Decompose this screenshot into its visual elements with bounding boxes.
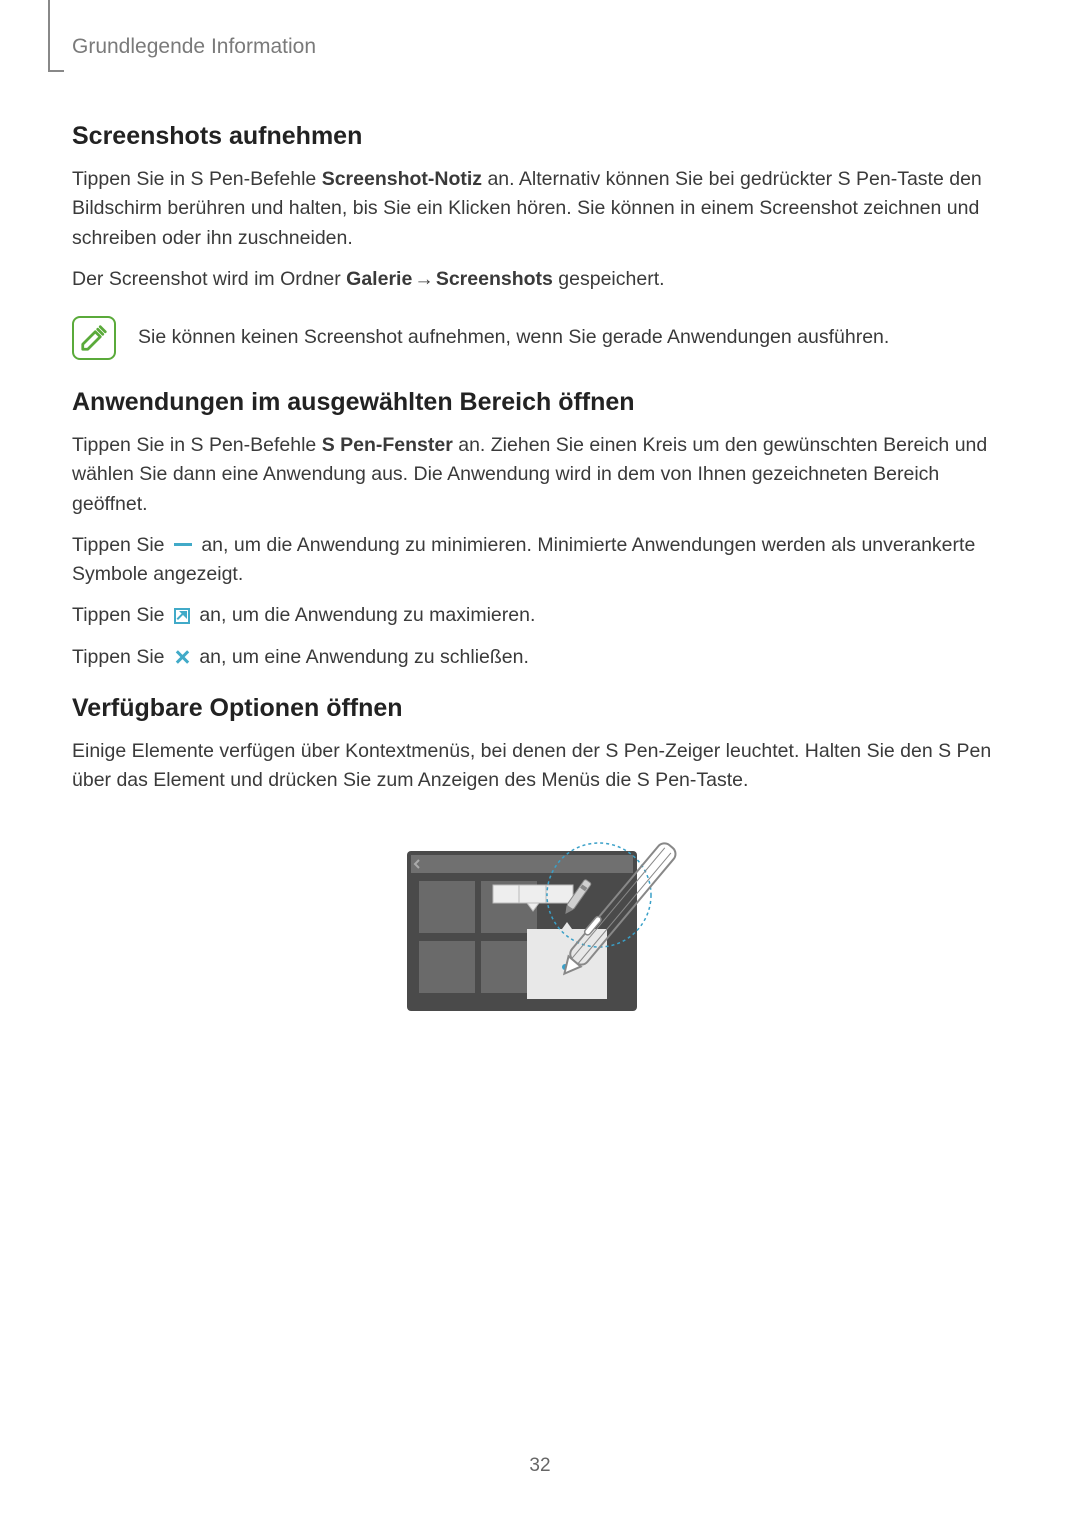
text: gespeichert. (553, 268, 665, 290)
page-header: Grundlegende Information (72, 35, 316, 59)
note-text: Sie können keinen Screenshot aufnehmen, … (138, 323, 889, 352)
paragraph: Tippen Sie in S Pen-Befehle Screenshot-N… (72, 165, 1012, 253)
text: Der Screenshot wird im Ordner (72, 268, 346, 290)
paragraph: Der Screenshot wird im Ordner Galerie → … (72, 265, 1012, 294)
heading-options: Verfügbare Optionen öffnen (72, 694, 1012, 723)
paragraph: Tippen Sie an, um eine Anwendung zu schl… (72, 643, 1012, 672)
paragraph: Einige Elemente verfügen über Kontextmen… (72, 737, 1012, 796)
page-number: 32 (0, 1455, 1080, 1477)
text: an, um die Anwendung zu minimieren. Mini… (72, 534, 975, 585)
note-icon (72, 316, 116, 360)
page-content: Screenshots aufnehmen Tippen Sie in S Pe… (72, 100, 1012, 1019)
maximize-icon (174, 608, 190, 624)
page-tab-mark (48, 0, 64, 72)
text: an, um die Anwendung zu maximieren. (194, 604, 535, 626)
bold-text: Screenshots (436, 268, 553, 290)
bold-text: Galerie (346, 268, 412, 290)
text: Tippen Sie in S Pen-Befehle (72, 168, 322, 190)
illustration (72, 819, 1012, 1019)
text: Tippen Sie (72, 534, 170, 556)
text: an, um eine Anwendung zu schließen. (194, 646, 529, 668)
bold-text: S Pen-Fenster (322, 434, 453, 456)
arrow-icon: → (412, 265, 436, 294)
paragraph: Tippen Sie an, um die Anwendung zu minim… (72, 531, 1012, 590)
text: Tippen Sie in S Pen-Befehle (72, 434, 322, 456)
paragraph: Tippen Sie an, um die Anwendung zu maxim… (72, 601, 1012, 630)
text: Tippen Sie (72, 604, 170, 626)
text: Tippen Sie (72, 646, 170, 668)
minimize-icon (174, 542, 192, 546)
close-icon (174, 649, 190, 665)
paragraph: Tippen Sie in S Pen-Befehle S Pen-Fenste… (72, 431, 1012, 519)
bold-text: Screenshot-Notiz (322, 168, 482, 190)
heading-screenshots: Screenshots aufnehmen (72, 122, 1012, 151)
note-block: Sie können keinen Screenshot aufnehmen, … (72, 316, 1012, 360)
heading-open-apps: Anwendungen im ausgewählten Bereich öffn… (72, 388, 1012, 417)
